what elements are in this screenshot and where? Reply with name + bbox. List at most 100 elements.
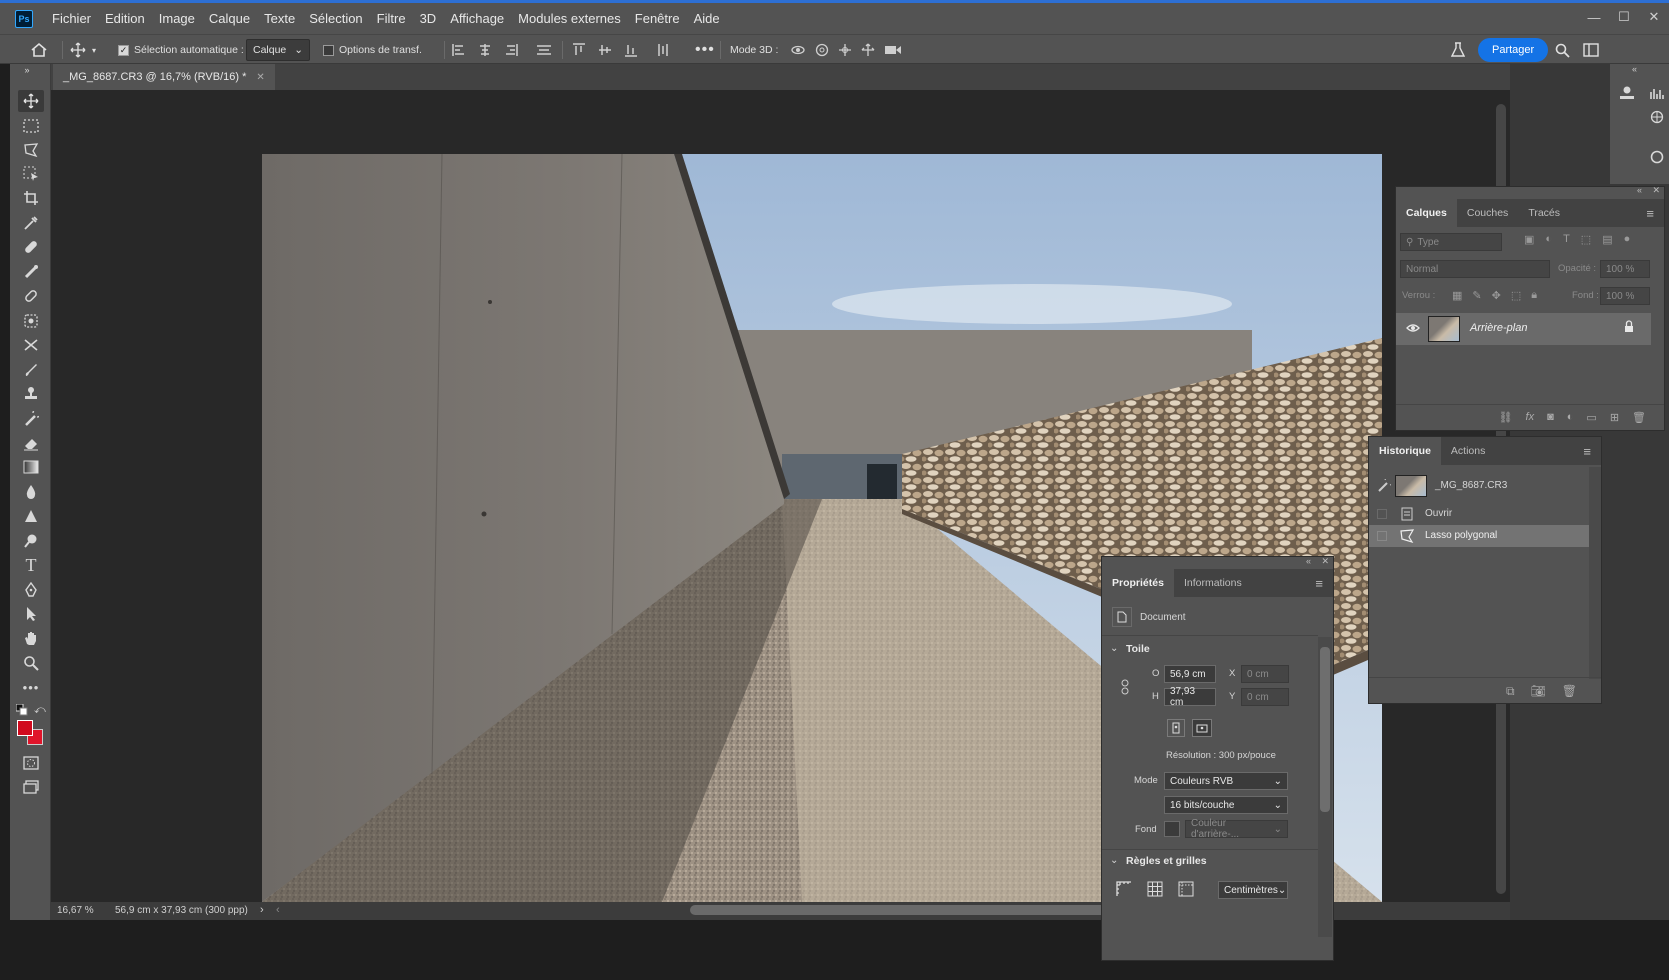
portrait-orientation-icon[interactable] bbox=[1167, 719, 1185, 737]
foreground-color-swatch[interactable] bbox=[17, 720, 33, 736]
link-layers-icon[interactable]: ⛓︎ bbox=[1499, 411, 1513, 430]
gradient-tool-icon[interactable] bbox=[18, 456, 44, 478]
zoom-tool-icon[interactable] bbox=[18, 652, 44, 674]
3d-slide-icon[interactable] bbox=[861, 43, 875, 57]
history-scrollbar[interactable] bbox=[1589, 467, 1601, 679]
3d-pan-icon[interactable] bbox=[838, 43, 852, 57]
collapse-dock-icon[interactable]: « bbox=[1632, 64, 1637, 74]
lock-all-icon[interactable]: 🔒︎ bbox=[1531, 289, 1537, 302]
close-window-button[interactable]: ✕ bbox=[1639, 3, 1669, 31]
default-colors-icon[interactable] bbox=[15, 703, 28, 719]
maximize-button[interactable]: ☐ bbox=[1609, 3, 1639, 31]
menu-3d[interactable]: 3D bbox=[413, 3, 444, 34]
spot-healing-icon[interactable] bbox=[18, 236, 44, 258]
close-tab-icon[interactable]: ✕ bbox=[256, 72, 264, 83]
blur-tool-icon[interactable] bbox=[18, 481, 44, 503]
menu-texte[interactable]: Texte bbox=[257, 3, 302, 34]
zoom-level[interactable]: 16,67 % bbox=[57, 905, 94, 916]
share-button[interactable]: Partager bbox=[1478, 38, 1549, 62]
history-source-box[interactable] bbox=[1377, 509, 1387, 519]
new-document-from-state-icon[interactable]: ⧉ bbox=[1506, 684, 1515, 703]
opacity-field[interactable]: 100 % bbox=[1600, 260, 1650, 278]
collapse-panel-icon[interactable]: « bbox=[1306, 556, 1311, 566]
more-tools-icon[interactable]: ••• bbox=[18, 676, 44, 698]
eyedropper-icon[interactable] bbox=[18, 212, 44, 234]
move-tool-icon[interactable]: ▾ bbox=[70, 35, 96, 65]
brush-alt-icon[interactable] bbox=[18, 261, 44, 283]
tab-traces[interactable]: Tracés bbox=[1518, 199, 1570, 227]
align-left-icon[interactable] bbox=[452, 43, 466, 57]
distribute-h-icon[interactable] bbox=[656, 43, 670, 57]
pen-tool-icon[interactable] bbox=[18, 579, 44, 601]
align-center-h-icon[interactable] bbox=[478, 43, 492, 57]
patch-tool-icon[interactable] bbox=[18, 310, 44, 332]
tab-informations[interactable]: Informations bbox=[1174, 569, 1252, 597]
rulers-section-title[interactable]: Règles et grilles bbox=[1126, 855, 1207, 867]
menu-affichage[interactable]: Affichage bbox=[443, 3, 511, 34]
stamp-tool-icon[interactable] bbox=[18, 383, 44, 405]
status-arrow-icon[interactable]: › bbox=[260, 904, 264, 916]
minimize-button[interactable]: — bbox=[1579, 3, 1609, 31]
blend-mode-dropdown[interactable]: Normal bbox=[1400, 260, 1550, 278]
3d-roll-icon[interactable] bbox=[815, 43, 829, 57]
adjustments-icon[interactable] bbox=[1650, 110, 1664, 124]
content-aware-move-icon[interactable] bbox=[18, 334, 44, 356]
history-brush-source-icon[interactable] bbox=[1377, 476, 1394, 496]
delete-layer-icon[interactable]: 🗑︎ bbox=[1632, 411, 1646, 430]
align-top-icon[interactable] bbox=[572, 43, 586, 57]
delete-state-icon[interactable]: 🗑︎ bbox=[1562, 684, 1577, 703]
chevron-down-icon[interactable]: ⌄ bbox=[1110, 643, 1118, 654]
canvas-section-title[interactable]: Toile bbox=[1126, 643, 1150, 655]
lock-position-icon[interactable]: ✥ bbox=[1492, 289, 1501, 302]
checkbox-empty-icon[interactable] bbox=[323, 44, 334, 56]
filter-pixel-icon[interactable]: ▣ bbox=[1524, 233, 1534, 246]
properties-scrollbar[interactable] bbox=[1318, 637, 1332, 937]
layer-name[interactable]: Arrière-plan bbox=[1470, 322, 1527, 334]
add-mask-icon[interactable]: ◙ bbox=[1547, 411, 1554, 430]
3d-camera-icon[interactable] bbox=[884, 43, 902, 57]
chevron-down-icon[interactable]: ⌄ bbox=[1110, 855, 1118, 866]
panel-menu-icon[interactable]: ≡ bbox=[1573, 437, 1601, 465]
close-panel-icon[interactable]: ✕ bbox=[1652, 185, 1660, 196]
checkbox-checked-icon[interactable]: ✓ bbox=[118, 44, 129, 56]
width-field[interactable]: 56,9 cm bbox=[1164, 665, 1216, 683]
align-bottom-icon[interactable] bbox=[624, 43, 638, 57]
chevron-down-icon[interactable]: ▾ bbox=[92, 46, 96, 55]
align-middle-icon[interactable] bbox=[598, 43, 612, 57]
tab-calques[interactable]: Calques bbox=[1396, 199, 1457, 227]
crop-tool-icon[interactable] bbox=[18, 187, 44, 209]
new-group-icon[interactable]: ▭ bbox=[1586, 411, 1596, 430]
menu-modules-externes[interactable]: Modules externes bbox=[511, 3, 628, 34]
height-field[interactable]: 37,93 cm bbox=[1164, 686, 1216, 708]
properties-scroll-thumb[interactable] bbox=[1320, 647, 1330, 812]
dodge-tool-icon[interactable] bbox=[18, 530, 44, 552]
type-tool-icon[interactable]: T bbox=[18, 554, 44, 576]
object-select-icon[interactable] bbox=[18, 163, 44, 185]
home-icon[interactable] bbox=[30, 35, 48, 65]
document-tab[interactable]: _MG_8687.CR3 @ 16,7% (RVB/16) * ✕ bbox=[53, 64, 275, 90]
hand-tool-icon[interactable] bbox=[18, 627, 44, 649]
screen-mode-icon[interactable] bbox=[18, 776, 44, 798]
align-right-icon[interactable] bbox=[504, 43, 518, 57]
close-panel-icon[interactable]: ✕ bbox=[1321, 556, 1329, 567]
filter-adjustment-icon[interactable]: ◐ bbox=[1545, 233, 1552, 246]
filter-smart-icon[interactable]: ▤ bbox=[1602, 233, 1612, 246]
menu-edition[interactable]: Edition bbox=[98, 3, 152, 34]
history-step-active[interactable]: Lasso polygonal bbox=[1369, 525, 1589, 547]
expand-toolbar-icon[interactable]: » bbox=[14, 64, 40, 76]
history-snapshot-row[interactable]: _MG_8687.CR3 bbox=[1369, 473, 1589, 499]
menu-calque[interactable]: Calque bbox=[202, 3, 257, 34]
histogram-icon[interactable] bbox=[1650, 86, 1664, 100]
healing-brush-icon[interactable] bbox=[18, 285, 44, 307]
landscape-orientation-icon[interactable] bbox=[1192, 719, 1212, 737]
panel-menu-icon[interactable]: ≡ bbox=[1636, 199, 1664, 227]
menu-image[interactable]: Image bbox=[152, 3, 202, 34]
swap-colors-icon[interactable]: ⤺ bbox=[34, 704, 46, 717]
auto-select-target-dropdown[interactable]: Calque ⌄ bbox=[246, 39, 311, 61]
filter-type-icon[interactable]: T bbox=[1563, 233, 1570, 246]
menu-selection[interactable]: Sélection bbox=[302, 3, 369, 34]
brush-tool-icon[interactable] bbox=[18, 359, 44, 381]
transform-controls-checkbox[interactable]: Options de transf. bbox=[323, 35, 422, 65]
marquee-tool-icon[interactable] bbox=[18, 115, 44, 137]
bit-depth-dropdown[interactable]: 16 bits/couche ⌄ bbox=[1164, 796, 1288, 814]
